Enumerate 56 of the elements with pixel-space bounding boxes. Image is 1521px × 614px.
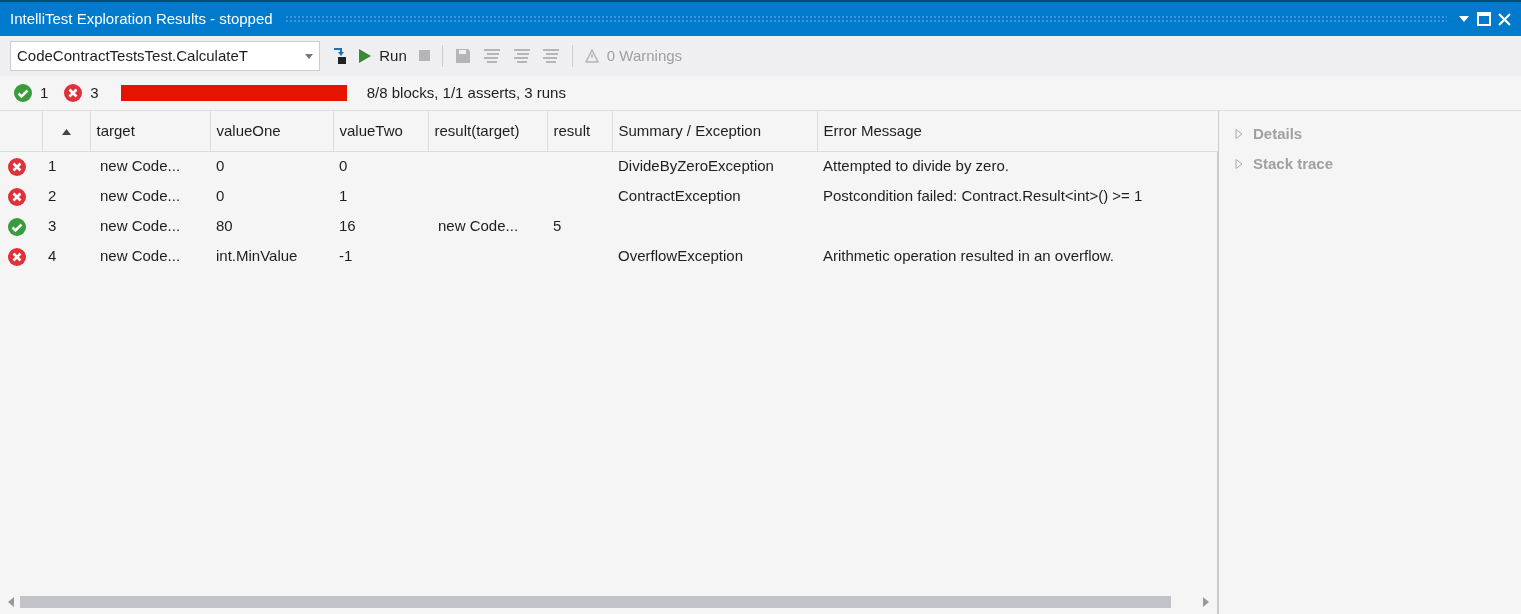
lines-icon xyxy=(542,48,561,64)
table-cell: 0 xyxy=(210,151,333,181)
window-title: IntelliTest Exploration Results - stopped xyxy=(10,8,273,29)
check-icon xyxy=(14,84,32,102)
caret-icon xyxy=(305,53,313,59)
table-cell-text: int.MinValue xyxy=(215,245,299,266)
table-cell-text: new Code... xyxy=(99,215,182,236)
table-cell-text: 5 xyxy=(552,215,563,236)
table-cell-text: 16 xyxy=(338,215,357,236)
table-cell: DivideByZeroException xyxy=(612,151,817,181)
table-cell-text: ContractException xyxy=(617,185,742,206)
row-number: 3 xyxy=(47,215,58,236)
stop-icon xyxy=(418,50,431,62)
column-header[interactable]: valueTwo xyxy=(333,111,428,151)
column-header[interactable]: valueOne xyxy=(210,111,333,151)
table-cell-text: OverflowException xyxy=(617,245,745,266)
dropdown-icon[interactable] xyxy=(1459,15,1469,23)
table-cell: new Code... xyxy=(90,151,210,181)
scroll-left-icon[interactable] xyxy=(8,597,14,607)
sort-up-icon xyxy=(61,128,71,135)
table-cell: 0 xyxy=(333,151,428,181)
row-number: 1 xyxy=(42,151,90,181)
save-icon xyxy=(455,48,472,64)
table-cell-text: 80 xyxy=(215,215,234,236)
lines-icon xyxy=(482,48,501,64)
column-header[interactable] xyxy=(42,111,90,151)
column-header[interactable]: result xyxy=(547,111,612,151)
row-number: 4 xyxy=(47,245,58,266)
column-header[interactable]: Summary / Exception xyxy=(612,111,817,151)
play-icon xyxy=(359,49,372,63)
column-header[interactable]: target xyxy=(90,111,210,151)
table-cell-text: Postcondition failed: Contract.Result<int>() >= 1 xyxy=(822,185,1144,206)
maximize-icon[interactable] xyxy=(1476,12,1491,26)
table-cell-text: new Code... xyxy=(99,245,182,266)
passed-count: 1 xyxy=(40,82,49,103)
table-cell-text: new Code... xyxy=(99,185,182,206)
scroll-right-icon[interactable] xyxy=(1203,597,1209,607)
method-dropdown[interactable]: CodeContractTestsTest.CalculateT xyxy=(10,41,320,71)
column-header[interactable]: result(target) xyxy=(428,111,547,151)
failed-count: 3 xyxy=(90,82,99,103)
table-cell-text: 1 xyxy=(338,185,349,206)
run-button[interactable]: Run xyxy=(355,42,411,70)
arrow-icon xyxy=(331,47,348,65)
warning-icon xyxy=(584,49,599,63)
coverage-text: 8/8 blocks, 1/1 asserts, 3 runs xyxy=(366,82,566,103)
table-cell-text: Arithmetic operation resulted in an overflow. xyxy=(822,245,1115,266)
close-icon[interactable] xyxy=(1498,12,1511,26)
table-cell-text: -1 xyxy=(338,245,354,266)
lines-icon xyxy=(512,48,531,64)
table-cell-text: 0 xyxy=(215,185,226,206)
error-icon xyxy=(64,84,83,102)
table-cell-text: new Code... xyxy=(437,215,520,236)
row-number: 2 xyxy=(47,185,58,206)
scrollbar-thumb[interactable] xyxy=(20,596,1171,608)
column-header[interactable]: Error Message xyxy=(817,111,1218,151)
table-cell: Attempted to divide by zero. xyxy=(817,151,1218,181)
